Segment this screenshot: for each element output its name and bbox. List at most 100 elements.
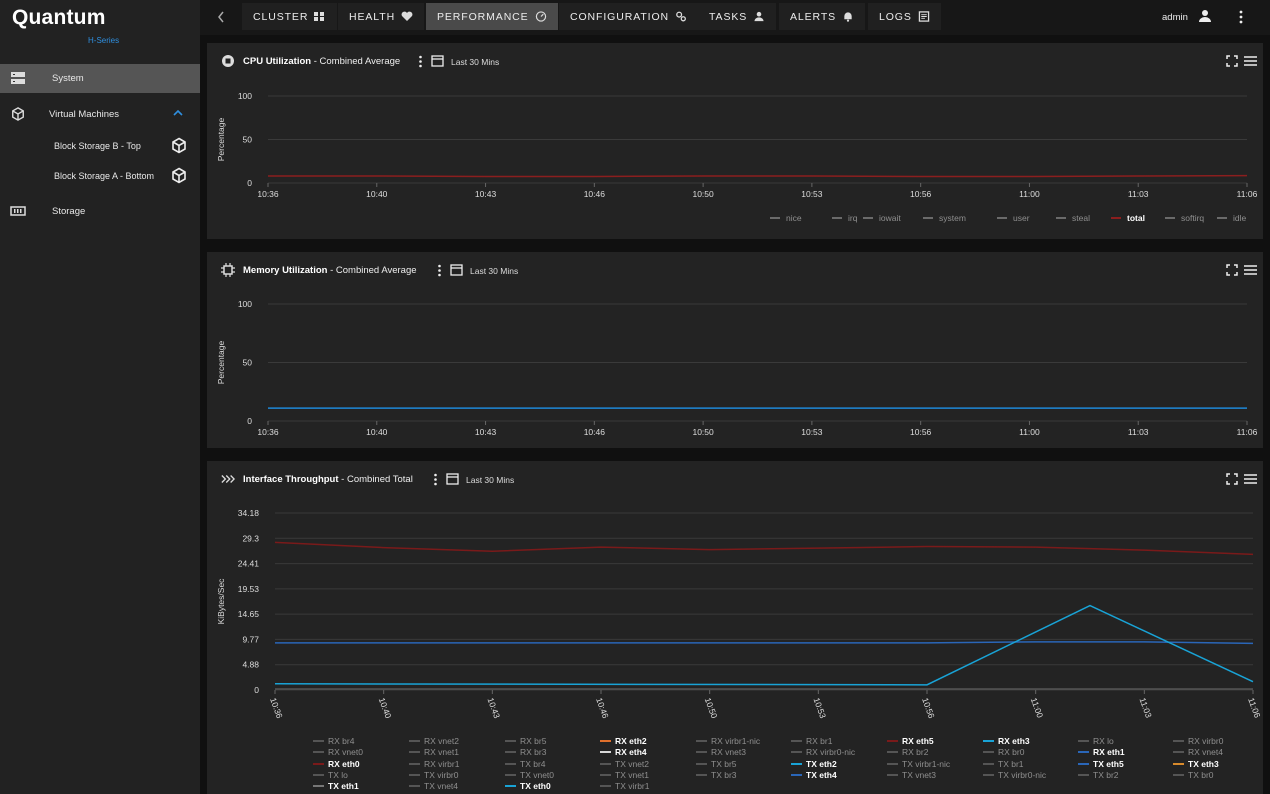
legend-item[interactable]: TX br0 [1173,770,1214,780]
chevron-up-icon[interactable] [173,109,183,117]
tab-label: PERFORMANCE [437,10,529,23]
sidebar-item-block-storage-b[interactable]: Block Storage B - Top [0,134,200,158]
legend-item[interactable]: RX eth2 [600,736,647,746]
x-tick-label: 10:46 [584,189,606,199]
legend-item[interactable]: TX eth2 [791,759,837,769]
legend-swatch [505,762,516,765]
legend-label: RX virbr0 [1188,736,1224,746]
x-tick-label: 10:50 [692,427,714,437]
legend-label: RX virbr1 [424,758,460,769]
legend-item[interactable]: TX vnet4 [409,781,458,791]
legend-item[interactable]: TX eth1 [313,781,359,791]
legend-item[interactable]: RX br0 [983,747,1024,757]
legend-item[interactable]: RX virbr1-nic [696,736,760,746]
legend-label: iowait [879,213,901,223]
legend-item[interactable]: TX br3 [696,770,737,780]
chevron-left-icon[interactable] [216,10,226,24]
sidebar-item-storage[interactable]: Storage [0,197,200,226]
legend-item: irq [832,213,858,223]
legend-item[interactable]: RX virbr0-nic [791,747,855,757]
x-tick-label: 10:56 [910,427,932,437]
tab-label: TASKS [709,10,748,23]
legend-label: RX vnet0 [328,747,363,758]
legend-swatch [409,751,420,754]
tab-cluster[interactable]: CLUSTER [242,3,338,30]
legend-item[interactable]: TX br4 [505,759,546,769]
legend-item[interactable]: TX eth3 [1173,759,1219,769]
legend-item[interactable]: RX br3 [505,747,546,757]
legend-item[interactable]: TX br5 [696,759,737,769]
legend-item[interactable]: RX vnet3 [696,747,746,757]
legend-item[interactable]: TX virbr1-nic [887,759,950,769]
legend-item[interactable]: RX vnet1 [409,747,459,757]
legend-label: RX br5 [520,736,547,746]
legend-item[interactable]: RX br2 [887,747,928,757]
legend-item[interactable]: RX br5 [505,736,546,746]
user-icon[interactable] [1198,9,1212,23]
legend-item[interactable]: TX vnet1 [600,770,649,780]
tab-configuration[interactable]: CONFIGURATION [559,3,699,30]
legend-swatch [1173,751,1184,754]
x-tick-label: 10:36 [257,189,279,199]
memory-chart: 100 50 0 Percentage 10:36 10:40 10:43 10:46 10:5… [216,299,1258,437]
legend-item[interactable]: TX vnet2 [600,759,649,769]
sidebar-item-label: Storage [52,206,86,217]
legend-item[interactable]: TX eth4 [791,770,837,780]
legend-label: RX eth5 [902,736,934,746]
legend-item[interactable]: RX vnet0 [313,747,363,757]
cpu-chart: 100 50 0 Percentage 10:36 10:40 10:43 10:46 10:5… [216,91,1258,223]
legend-item[interactable]: TX lo [313,770,348,780]
legend-item[interactable]: RX eth4 [600,747,647,757]
legend-item[interactable]: TX virbr0 [409,770,458,780]
x-tick-label: 11:03 [1128,427,1149,437]
storage-icon [10,206,26,216]
legend-item[interactable]: RX eth1 [1078,747,1125,757]
legend-item[interactable]: TX vnet3 [887,770,936,780]
legend-item[interactable]: TX br2 [1078,770,1119,780]
interface-throughput-panel: Interface Throughput - Combined Total La… [207,461,1263,794]
legend-item[interactable]: RX vnet2 [409,736,459,746]
legend-item: softirq [1165,213,1204,223]
legend-item[interactable]: TX virbr1 [600,781,649,791]
legend-item[interactable]: RX eth0 [313,759,360,769]
sidebar-item-system[interactable]: System [0,64,200,93]
legend-item[interactable]: RX virbr1 [409,759,459,769]
tab-tasks[interactable]: TASKS [698,3,777,30]
legend-label: RX virbr0-nic [806,747,856,758]
tab-performance[interactable]: PERFORMANCE [426,3,558,30]
legend-item[interactable]: RX vnet4 [1173,747,1223,757]
username[interactable]: admin [1162,12,1188,23]
legend-item[interactable]: RX eth5 [887,736,934,746]
legend-item[interactable]: TX vnet0 [505,770,554,780]
legend-item[interactable]: RX lo [1078,736,1114,746]
throughput-chart: 34.18 29.3 24.41 19.53 14.65 9.77 4.88 0 KiBytes… [216,508,1263,720]
legend-item[interactable]: TX eth0 [505,781,551,791]
legend-swatch [505,751,516,754]
legend-swatch [600,751,611,754]
legend-label: RX eth4 [615,747,647,758]
legend-item[interactable]: TX br1 [983,759,1024,769]
legend-label: TX eth4 [806,769,837,780]
sidebar-item-virtual-machines[interactable]: Virtual Machines [0,100,200,129]
legend-item[interactable]: TX eth5 [1078,759,1124,769]
sidebar: Quantum H-Series System Virtual Machines… [0,0,200,794]
legend-label: RX vnet4 [1188,747,1223,758]
legend-item[interactable]: RX br4 [313,736,354,746]
x-tick-label: 10:53 [801,189,823,199]
legend-item[interactable]: TX virbr0-nic [983,770,1046,780]
y-tick-label: 50 [243,358,253,368]
tab-logs[interactable]: LOGS [868,3,941,30]
series-line-rx-eth0 [274,541,1254,556]
legend-swatch [983,773,994,776]
sidebar-item-block-storage-a[interactable]: Block Storage A - Bottom [0,164,200,188]
brand-logo[interactable]: Quantum [12,6,106,30]
more-vertical-icon[interactable] [1238,10,1244,24]
tab-health[interactable]: HEALTH [338,3,425,30]
tab-alerts[interactable]: ALERTS [779,3,866,30]
legend-item[interactable]: RX eth3 [983,736,1030,746]
legend-label: RX vnet1 [424,747,459,758]
legend-item[interactable]: RX virbr0 [1173,736,1223,746]
legend-swatch [696,740,707,742]
legend-item[interactable]: RX br1 [791,736,832,746]
tab-label: CONFIGURATION [570,10,670,23]
